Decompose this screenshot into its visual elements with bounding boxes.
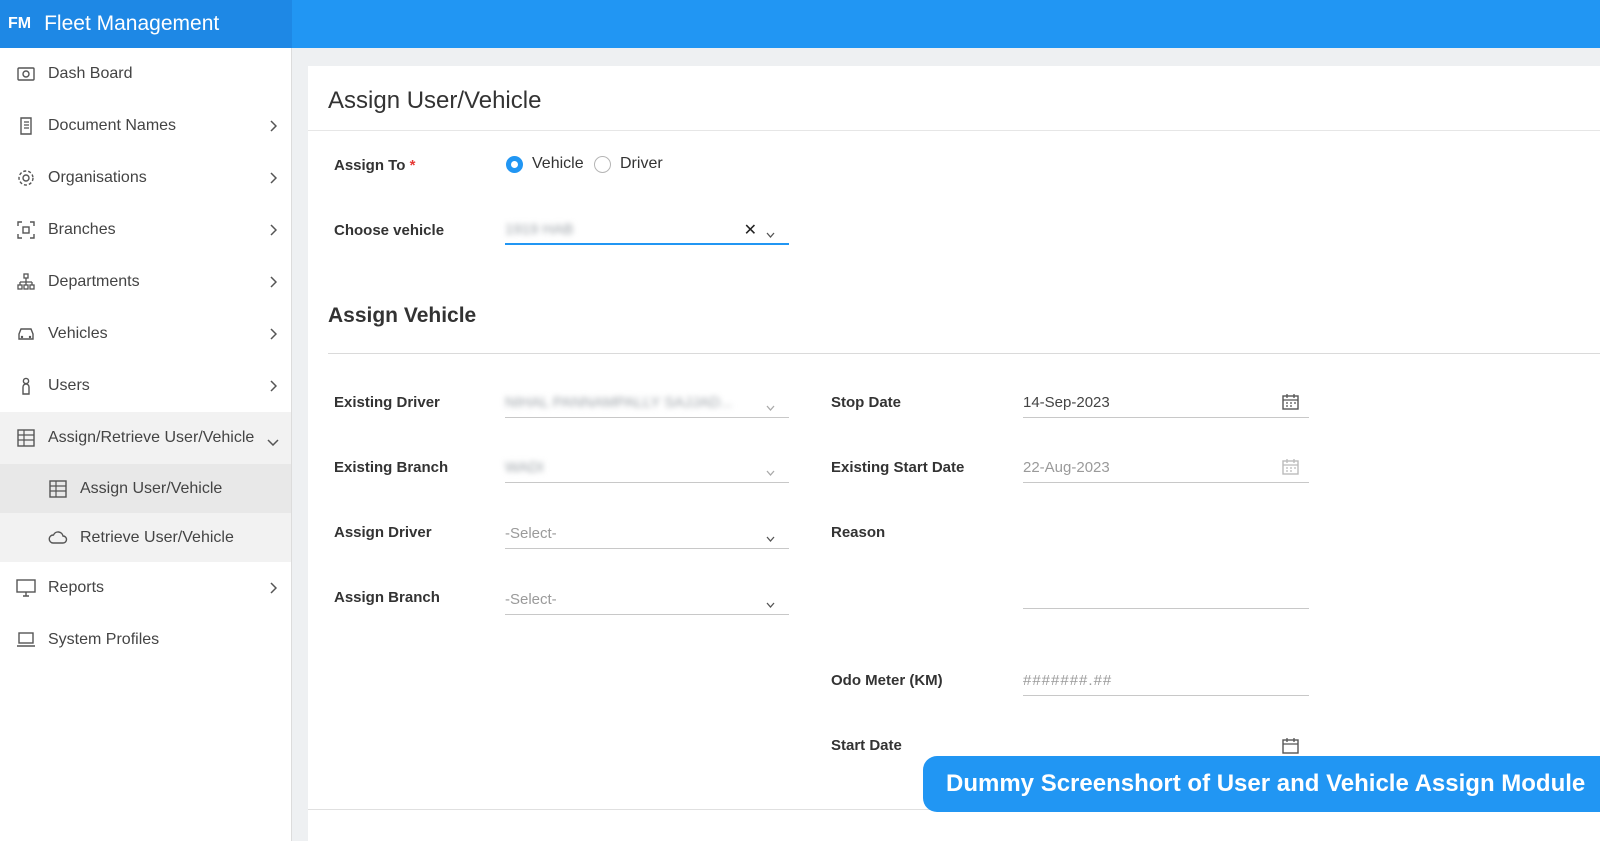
sidebar-item-assign-retrieve[interactable]: Assign/Retrieve User/Vehicle xyxy=(0,412,291,464)
sidebar-subitem-assign[interactable]: Assign User/Vehicle xyxy=(0,464,291,513)
document-icon xyxy=(16,116,36,136)
chevron-down-icon xyxy=(766,398,775,416)
stop-date-value: 14-Sep-2023 xyxy=(1023,394,1110,411)
sidebar-item-label: System Profiles xyxy=(48,631,160,648)
calendar-icon[interactable] xyxy=(1282,393,1299,415)
main-card: Assign User/Vehicle Assign To * Vehicle … xyxy=(308,66,1600,841)
existing-branch-value: WADI xyxy=(505,459,544,476)
sidebar-item-label: Vehicles xyxy=(48,325,108,342)
radio-driver-label: Driver xyxy=(620,155,663,172)
cloud-icon xyxy=(48,528,68,548)
existing-driver-select: NIHAL PANNAMPALLY SAJJAD... xyxy=(505,388,789,418)
existing-branch-select: WADI xyxy=(505,453,789,483)
sidebar-subitem-retrieve[interactable]: Retrieve User/Vehicle xyxy=(0,513,291,562)
odo-meter-placeholder: #######.## xyxy=(1023,672,1113,689)
radio-vehicle[interactable]: Vehicle xyxy=(506,155,584,173)
stop-date-label: Stop Date xyxy=(831,394,902,411)
branch-icon xyxy=(16,220,36,240)
assign-to-text: Assign To xyxy=(334,157,406,174)
sidebar: Dash Board Document Names Organisations … xyxy=(0,48,292,841)
sidebar-item-label: Organisations xyxy=(48,169,147,186)
assign-branch-select[interactable]: -Select- xyxy=(505,585,789,615)
assign-driver-select[interactable]: -Select- xyxy=(505,519,789,549)
sidebar-item-label: Departments xyxy=(48,273,140,290)
required-mark: * xyxy=(409,157,416,174)
organisation-icon xyxy=(16,168,36,188)
chevron-down-icon xyxy=(267,433,279,451)
department-icon xyxy=(16,272,36,292)
divider xyxy=(308,130,1600,131)
sidebar-item-label: Reports xyxy=(48,579,105,596)
chevron-down-icon[interactable] xyxy=(766,595,775,613)
user-icon xyxy=(16,376,36,396)
sidebar-item-users[interactable]: Users xyxy=(0,360,291,412)
sidebar-item-departments[interactable]: Departments xyxy=(0,256,291,308)
calendar-icon xyxy=(1282,458,1299,480)
radio-button-selected[interactable] xyxy=(506,155,523,173)
chevron-right-icon xyxy=(269,119,278,137)
radio-button[interactable] xyxy=(594,155,611,173)
existing-start-date-label: Existing Start Date xyxy=(831,459,965,476)
chevron-right-icon xyxy=(269,581,278,599)
existing-start-date-value: 22-Aug-2023 xyxy=(1023,459,1110,476)
assign-driver-label: Assign Driver xyxy=(334,524,432,541)
chevron-down-icon[interactable] xyxy=(766,529,775,547)
odo-meter-label: Odo Meter (KM) xyxy=(831,672,943,689)
chevron-right-icon xyxy=(269,171,278,189)
sidebar-item-label: Dash Board xyxy=(48,65,133,82)
choose-vehicle-value: 1919 HAB xyxy=(505,221,574,238)
sidebar-item-label: Users xyxy=(48,377,90,394)
sidebar-item-label: Document Names xyxy=(48,117,177,134)
chevron-right-icon xyxy=(269,275,278,293)
sidebar-item-vehicles[interactable]: Vehicles xyxy=(0,308,291,360)
sidebar-item-dashboard[interactable]: Dash Board xyxy=(0,48,291,100)
reason-textarea[interactable] xyxy=(1023,521,1309,609)
choose-vehicle-select[interactable]: 1919 HAB ✕ xyxy=(505,215,789,245)
sidebar-item-reports[interactable]: Reports xyxy=(0,562,291,614)
radio-vehicle-label: Vehicle xyxy=(532,155,584,172)
reason-label: Reason xyxy=(831,524,886,541)
monitor-icon xyxy=(16,578,36,598)
brand-name: Fleet Management xyxy=(44,12,220,35)
section-divider xyxy=(328,353,1600,354)
clear-icon[interactable]: ✕ xyxy=(744,220,757,240)
chevron-right-icon xyxy=(269,379,278,397)
chevron-down-icon[interactable] xyxy=(766,225,775,243)
caption-banner: Dummy Screenshort of User and Vehicle As… xyxy=(923,756,1600,812)
start-date-label: Start Date xyxy=(831,737,902,754)
page-title: Assign User/Vehicle xyxy=(328,87,542,114)
brand[interactable]: FM Fleet Management xyxy=(0,0,292,48)
chevron-down-icon xyxy=(766,463,775,481)
sidebar-subitem-label: Retrieve User/Vehicle xyxy=(80,528,234,546)
sidebar-item-system-profiles[interactable]: System Profiles xyxy=(0,614,291,666)
assign-branch-label: Assign Branch xyxy=(334,589,440,606)
grid-icon xyxy=(48,479,68,499)
section-title: Assign Vehicle xyxy=(328,304,477,327)
assign-to-label: Assign To * xyxy=(334,157,415,174)
radio-driver[interactable]: Driver xyxy=(594,155,663,173)
sidebar-item-document-names[interactable]: Document Names xyxy=(0,100,291,152)
sidebar-item-label: Assign/Retrieve User/Vehicle xyxy=(48,429,255,446)
laptop-icon xyxy=(16,630,36,650)
caption-banner-text: Dummy Screenshort of User and Vehicle As… xyxy=(946,770,1586,797)
sidebar-item-branches[interactable]: Branches xyxy=(0,204,291,256)
sidebar-item-organisations[interactable]: Organisations xyxy=(0,152,291,204)
sidebar-subitem-label: Assign User/Vehicle xyxy=(80,479,223,497)
choose-vehicle-label: Choose vehicle xyxy=(334,222,445,239)
brand-abbr: FM xyxy=(8,15,32,32)
sidebar-item-label: Branches xyxy=(48,221,116,238)
car-icon xyxy=(16,324,36,344)
existing-start-date-input: 22-Aug-2023 xyxy=(1023,453,1309,483)
assign-driver-value: -Select- xyxy=(505,525,557,542)
chevron-right-icon xyxy=(269,223,278,241)
dashboard-icon xyxy=(16,64,36,84)
grid-icon xyxy=(16,428,36,448)
existing-driver-label: Existing Driver xyxy=(334,394,440,411)
existing-branch-label: Existing Branch xyxy=(334,459,449,476)
existing-driver-value: NIHAL PANNAMPALLY SAJJAD... xyxy=(505,394,733,411)
stop-date-input[interactable]: 14-Sep-2023 xyxy=(1023,388,1309,418)
odo-meter-input[interactable]: #######.## xyxy=(1023,666,1309,696)
chevron-right-icon xyxy=(269,327,278,345)
assign-branch-value: -Select- xyxy=(505,591,557,608)
